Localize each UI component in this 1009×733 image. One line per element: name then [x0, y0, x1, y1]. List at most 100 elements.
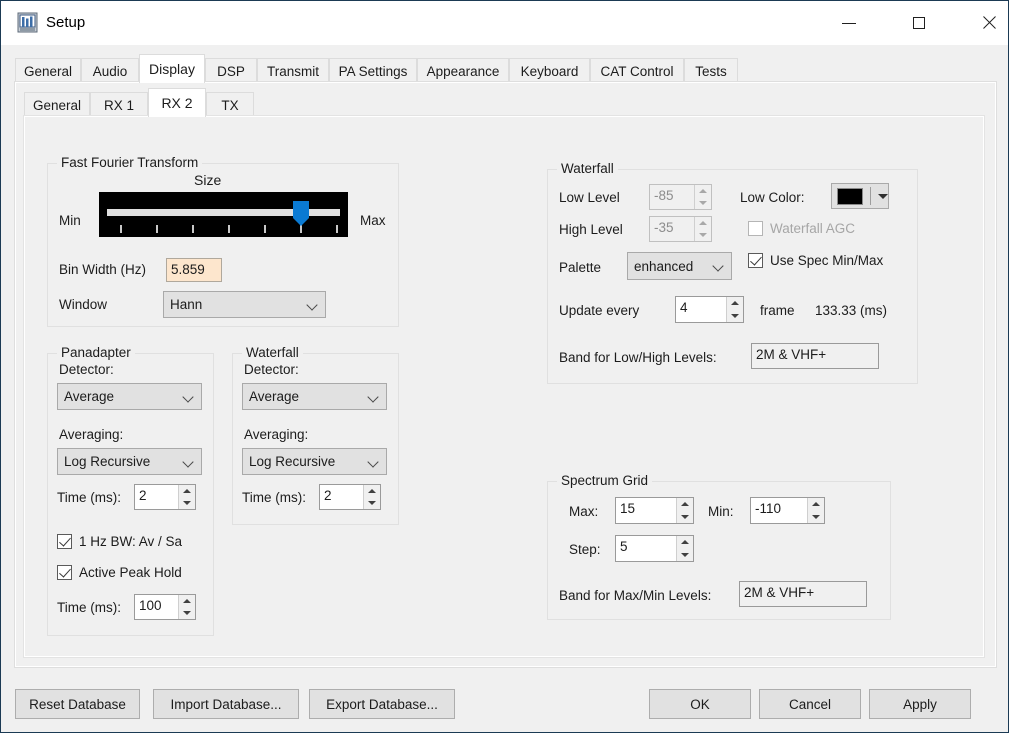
panadapter-detector-combo[interactable]: Average [57, 383, 202, 410]
import-database-button[interactable]: Import Database... [153, 689, 299, 719]
frame-label: frame [760, 303, 795, 319]
chevron-down-icon [184, 457, 193, 466]
waterfall-time-spinner[interactable]: 2 [319, 484, 381, 510]
fft-slider-tick [336, 225, 338, 233]
spinner-buttons [178, 595, 195, 619]
spectrum-min-label: Min: [708, 504, 734, 520]
palette-value: enhanced [634, 259, 693, 274]
spectrum-min-value: -110 [751, 498, 807, 523]
panadapter-time-spinner[interactable]: 2 [134, 484, 196, 510]
minimize-button[interactable] [826, 1, 872, 45]
palette-combo[interactable]: enhanced [627, 252, 732, 280]
tab-keyboard-label: Keyboard [521, 64, 579, 79]
subtab-general[interactable]: General [24, 92, 90, 117]
spinner-down-button[interactable] [677, 549, 693, 562]
subtab-rx1[interactable]: RX 1 [90, 92, 148, 117]
chevron-down-icon [369, 392, 378, 401]
spinner-down-button[interactable] [808, 511, 824, 524]
panadapter-peak-time-label: Time (ms): [57, 600, 121, 616]
high-level-label: High Level [559, 222, 623, 238]
spinner-up-button[interactable] [695, 185, 711, 197]
fft-slider-tick [228, 225, 230, 233]
panadapter-peak-time-spinner[interactable]: 100 [134, 594, 196, 620]
fft-slider-thumb[interactable] [293, 201, 309, 226]
close-button[interactable] [966, 1, 1009, 45]
update-every-value: 4 [676, 297, 726, 322]
tab-dsp[interactable]: DSP [205, 58, 257, 83]
waterfall-detector-value: Average [249, 389, 299, 404]
spinner-buttons [807, 498, 824, 523]
export-database-button[interactable]: Export Database... [309, 689, 455, 719]
waterfall-averaging-combo[interactable]: Log Recursive [242, 448, 387, 475]
tab-pa-settings[interactable]: PA Settings [329, 58, 417, 83]
low-level-spinner[interactable]: -85 [649, 184, 712, 210]
maximize-button[interactable] [896, 1, 942, 45]
title-bar: Setup [1, 1, 1008, 45]
spinner-up-button[interactable] [179, 595, 195, 607]
spectrum-min-spinner[interactable]: -110 [750, 497, 825, 524]
tab-tests[interactable]: Tests [684, 58, 738, 83]
cancel-button[interactable]: Cancel [759, 689, 861, 719]
panadapter-averaging-value: Log Recursive [64, 454, 150, 469]
panadapter-groupbox: Panadapter Detector: Average Averaging: … [47, 353, 214, 636]
ok-button[interactable]: OK [649, 689, 751, 719]
tab-cat-control[interactable]: CAT Control [590, 58, 684, 83]
low-color-combo[interactable] [831, 183, 889, 209]
subtab-general-label: General [33, 98, 81, 113]
tab-audio[interactable]: Audio [81, 58, 139, 83]
spinner-down-button[interactable] [727, 310, 743, 323]
subtab-rx2[interactable]: RX 2 [148, 88, 206, 117]
spinner-down-button[interactable] [695, 229, 711, 241]
band-max-min-label: Band for Max/Min Levels: [559, 588, 711, 604]
tab-display[interactable]: Display [139, 54, 205, 83]
waterfall-time-label: Time (ms): [242, 490, 306, 506]
spectrum-max-spinner[interactable]: 15 [615, 497, 694, 524]
chevron-down-icon [308, 300, 317, 309]
chevron-down-icon [714, 261, 723, 270]
spinner-up-button[interactable] [808, 498, 824, 511]
tab-keyboard[interactable]: Keyboard [509, 58, 590, 83]
window-combo[interactable]: Hann [163, 291, 326, 318]
spinner-buttons [694, 217, 711, 241]
spectrum-grid-group-title: Spectrum Grid [557, 473, 652, 488]
spinner-down-button[interactable] [179, 607, 195, 619]
low-level-value: -85 [650, 185, 694, 209]
spinner-down-button[interactable] [364, 497, 380, 509]
tab-general[interactable]: General [15, 58, 81, 83]
tab-display-label: Display [149, 61, 195, 77]
band-max-min-field[interactable]: 2M & VHF+ [739, 581, 867, 607]
fft-size-slider[interactable] [99, 192, 348, 237]
spinner-buttons [676, 536, 693, 561]
checkbox-box [57, 534, 72, 549]
spinner-up-button[interactable] [695, 217, 711, 229]
spectrum-step-spinner[interactable]: 5 [615, 535, 694, 562]
one-hz-bw-checkbox[interactable]: 1 Hz BW: Av / Sa [57, 534, 182, 549]
spinner-down-button[interactable] [695, 197, 711, 209]
tab-appearance-label: Appearance [427, 64, 500, 79]
panadapter-averaging-combo[interactable]: Log Recursive [57, 448, 202, 475]
spinner-up-button[interactable] [677, 498, 693, 511]
spinner-up-button[interactable] [677, 536, 693, 549]
high-level-spinner[interactable]: -35 [649, 216, 712, 242]
spinner-down-button[interactable] [179, 497, 195, 509]
bin-width-field[interactable]: 5.859 [166, 258, 222, 282]
spinner-down-button[interactable] [677, 511, 693, 524]
waterfall-agc-checkbox[interactable]: Waterfall AGC [748, 221, 855, 236]
spinner-buttons [676, 498, 693, 523]
tab-transmit[interactable]: Transmit [257, 58, 329, 83]
apply-button[interactable]: Apply [869, 689, 971, 719]
band-low-high-field[interactable]: 2M & VHF+ [751, 343, 879, 369]
update-every-spinner[interactable]: 4 [675, 296, 744, 323]
active-peak-hold-checkbox[interactable]: Active Peak Hold [57, 565, 182, 580]
fft-slider-tick [192, 225, 194, 233]
spinner-up-button[interactable] [364, 485, 380, 497]
spinner-up-button[interactable] [727, 297, 743, 310]
reset-database-button[interactable]: Reset Database [15, 689, 140, 719]
waterfall-detector-combo[interactable]: Average [242, 383, 387, 410]
use-spec-minmax-checkbox[interactable]: Use Spec Min/Max [748, 253, 883, 268]
spinner-buttons [694, 185, 711, 209]
waterfall-levels-groupbox: Waterfall Low Level -85 High Level -35 [547, 169, 918, 384]
subtab-tx[interactable]: TX [206, 92, 254, 117]
tab-appearance[interactable]: Appearance [417, 58, 509, 83]
spinner-up-button[interactable] [179, 485, 195, 497]
